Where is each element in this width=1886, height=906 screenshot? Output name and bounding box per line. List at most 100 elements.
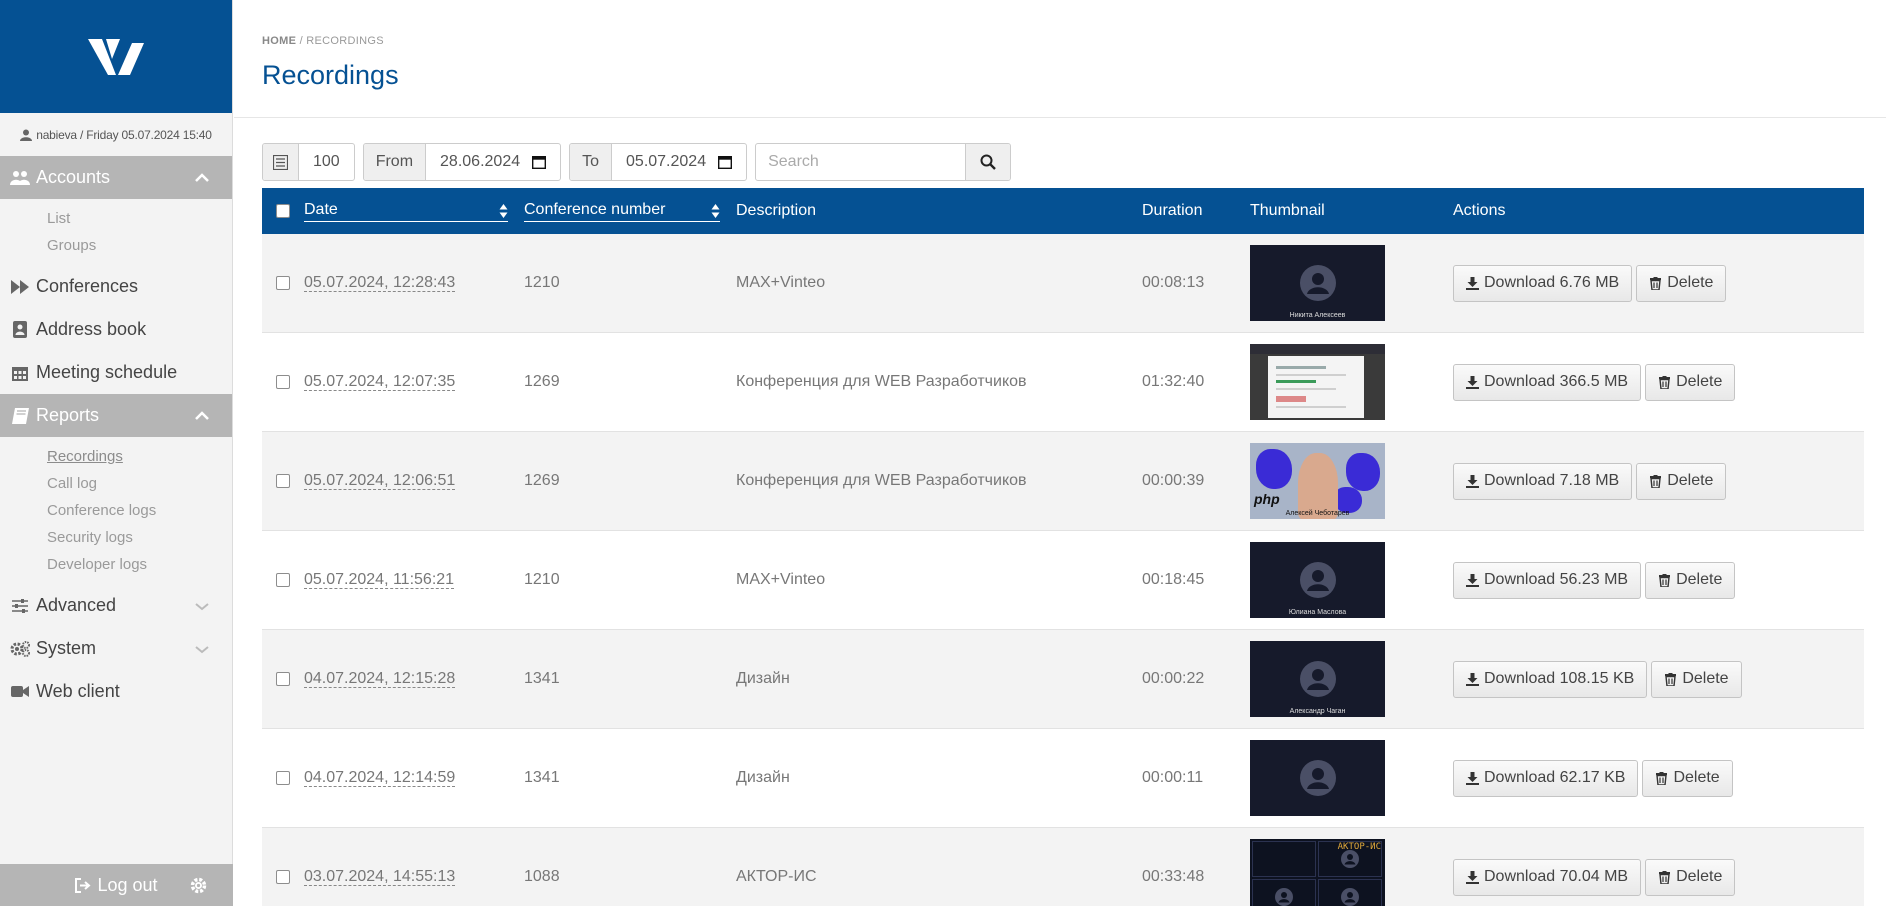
gear-icon[interactable] [190,877,207,894]
from-date-input[interactable]: 28.06.2024 [426,144,560,180]
sidebar-item-conference-logs[interactable]: Conference logs [0,497,232,524]
thumbnail-screen-share [1268,356,1364,418]
nav-meeting-schedule-label: Meeting schedule [36,362,178,382]
thumbnail[interactable]: Никита Алексеев [1250,245,1385,321]
users-icon [10,169,30,187]
to-date-input[interactable]: 05.07.2024 [612,144,746,180]
conference-number: 1269 [524,472,560,489]
nav-advanced-label: Advanced [36,595,117,615]
logout-button[interactable]: Log out [75,874,158,896]
thumbnail[interactable]: АКТОР-ИС [1250,839,1385,906]
download-button[interactable]: Download 366.5 MB [1453,363,1642,401]
elephant-shape [1346,453,1380,491]
thumbnail[interactable] [1250,344,1385,420]
sidebar-item-call-log[interactable]: Call log [0,470,232,497]
list-icon [273,154,288,170]
download-button[interactable]: Download 62.17 KB [1453,759,1639,797]
page-size-input[interactable]: 100 [299,144,354,180]
download-button[interactable]: Download 6.76 MB [1453,264,1633,302]
page-size-addon [263,144,299,180]
row-checkbox[interactable] [276,375,290,389]
row-checkbox[interactable] [276,672,290,686]
recording-date-link[interactable]: 05.07.2024, 12:28:43 [304,274,456,292]
calendar-icon [10,364,30,382]
delete-button[interactable]: Delete [1645,561,1736,599]
thumbnail-browser-bar [1250,344,1385,354]
row-checkbox[interactable] [276,573,290,587]
row-checkbox[interactable] [276,276,290,290]
thumbnail[interactable]: php Алексей Чеботарев [1250,443,1385,519]
table-row: 04.07.2024, 12:15:28 1341 Дизайн 00:00:2… [262,630,1864,729]
thumbnail[interactable]: Александр Чаган [1250,641,1385,717]
download-button[interactable]: Download 56.23 MB [1453,561,1642,599]
php-logo-text: php [1254,491,1280,507]
sidebar: nabieva / Friday 05.07.2024 15:40 Accoun… [0,0,233,906]
filter-toolbar: 100 From 28.06.2024 To 05.07.2024 Search [262,143,1012,181]
video-grid-cell [1318,879,1382,906]
delete-button[interactable]: Delete [1645,363,1736,401]
delete-button[interactable]: Delete [1645,858,1736,896]
row-checkbox[interactable] [276,870,290,884]
accounts-submenu: List Groups [0,199,232,265]
recording-date-link[interactable]: 04.07.2024, 12:14:59 [304,769,456,787]
video-camera-icon [10,683,30,701]
user-icon [20,129,33,141]
logo[interactable] [0,0,232,113]
delete-button[interactable]: Delete [1642,759,1733,797]
row-checkbox[interactable] [276,474,290,488]
nav-system[interactable]: System [0,627,232,670]
thumbnail-overlay-text: АКТОР-ИС [1337,842,1381,852]
table-row: 04.07.2024, 12:14:59 1341 Дизайн 00:00:1… [262,729,1864,828]
nav-advanced[interactable]: Advanced [0,584,232,627]
thumbnail[interactable]: Юлиана Маслова [1250,542,1385,618]
search-input[interactable]: Search [756,144,967,180]
video-grid-cell [1252,879,1316,906]
duration: 00:00:39 [1142,472,1205,489]
sidebar-item-developer-logs[interactable]: Developer logs [0,551,232,578]
logout-bar: Log out [0,864,233,906]
download-button[interactable]: Download 108.15 KB [1453,660,1648,698]
select-all-checkbox[interactable] [276,204,290,218]
nav-meeting-schedule[interactable]: Meeting schedule [0,351,232,394]
recording-date-link[interactable]: 03.07.2024, 14:55:13 [304,868,456,886]
thumbnail[interactable] [1250,740,1385,816]
nav-reports[interactable]: Reports [0,394,232,437]
delete-button[interactable]: Delete [1651,660,1742,698]
header-conference-number[interactable]: Conference number [524,201,736,222]
row-checkbox-cell [262,771,304,785]
address-book-icon [10,321,30,339]
download-button[interactable]: Download 7.18 MB [1453,462,1633,500]
description: Дизайн [736,769,790,786]
sidebar-item-list[interactable]: List [0,205,232,232]
delete-button[interactable]: Delete [1636,462,1727,500]
nav-system-label: System [36,638,97,658]
download-label: Download 108.15 KB [1484,670,1635,687]
nav-address-book[interactable]: Address book [0,308,232,351]
logout-label: Log out [97,874,158,895]
calendar-icon[interactable] [718,155,733,169]
nav-web-client[interactable]: Web client [0,670,232,713]
calendar-icon[interactable] [532,155,547,169]
conference-number: 1269 [524,373,560,390]
search-button[interactable] [966,144,1011,180]
delete-label: Delete [1676,373,1723,390]
breadcrumb-home[interactable]: HOME [262,35,296,47]
delete-button[interactable]: Delete [1636,264,1727,302]
row-checkbox-cell [262,276,304,290]
recording-date-link[interactable]: 05.07.2024, 12:06:51 [304,472,456,490]
nav-conferences[interactable]: Conferences [0,265,232,308]
download-button[interactable]: Download 70.04 MB [1453,858,1642,896]
recording-date-link[interactable]: 05.07.2024, 12:07:35 [304,373,456,391]
nav-accounts-label: Accounts [36,167,111,187]
sidebar-item-recordings[interactable]: Recordings [0,443,232,470]
recording-date-link[interactable]: 04.07.2024, 12:15:28 [304,670,456,688]
sliders-icon [10,597,30,615]
row-checkbox[interactable] [276,771,290,785]
conference-number: 1341 [524,769,560,786]
recording-date-link[interactable]: 05.07.2024, 11:56:21 [304,571,455,589]
header-date[interactable]: Date [304,201,524,222]
sidebar-item-security-logs[interactable]: Security logs [0,524,232,551]
sidebar-item-groups[interactable]: Groups [0,232,232,259]
nav-accounts[interactable]: Accounts [0,156,232,199]
conference-number: 1210 [524,571,560,588]
